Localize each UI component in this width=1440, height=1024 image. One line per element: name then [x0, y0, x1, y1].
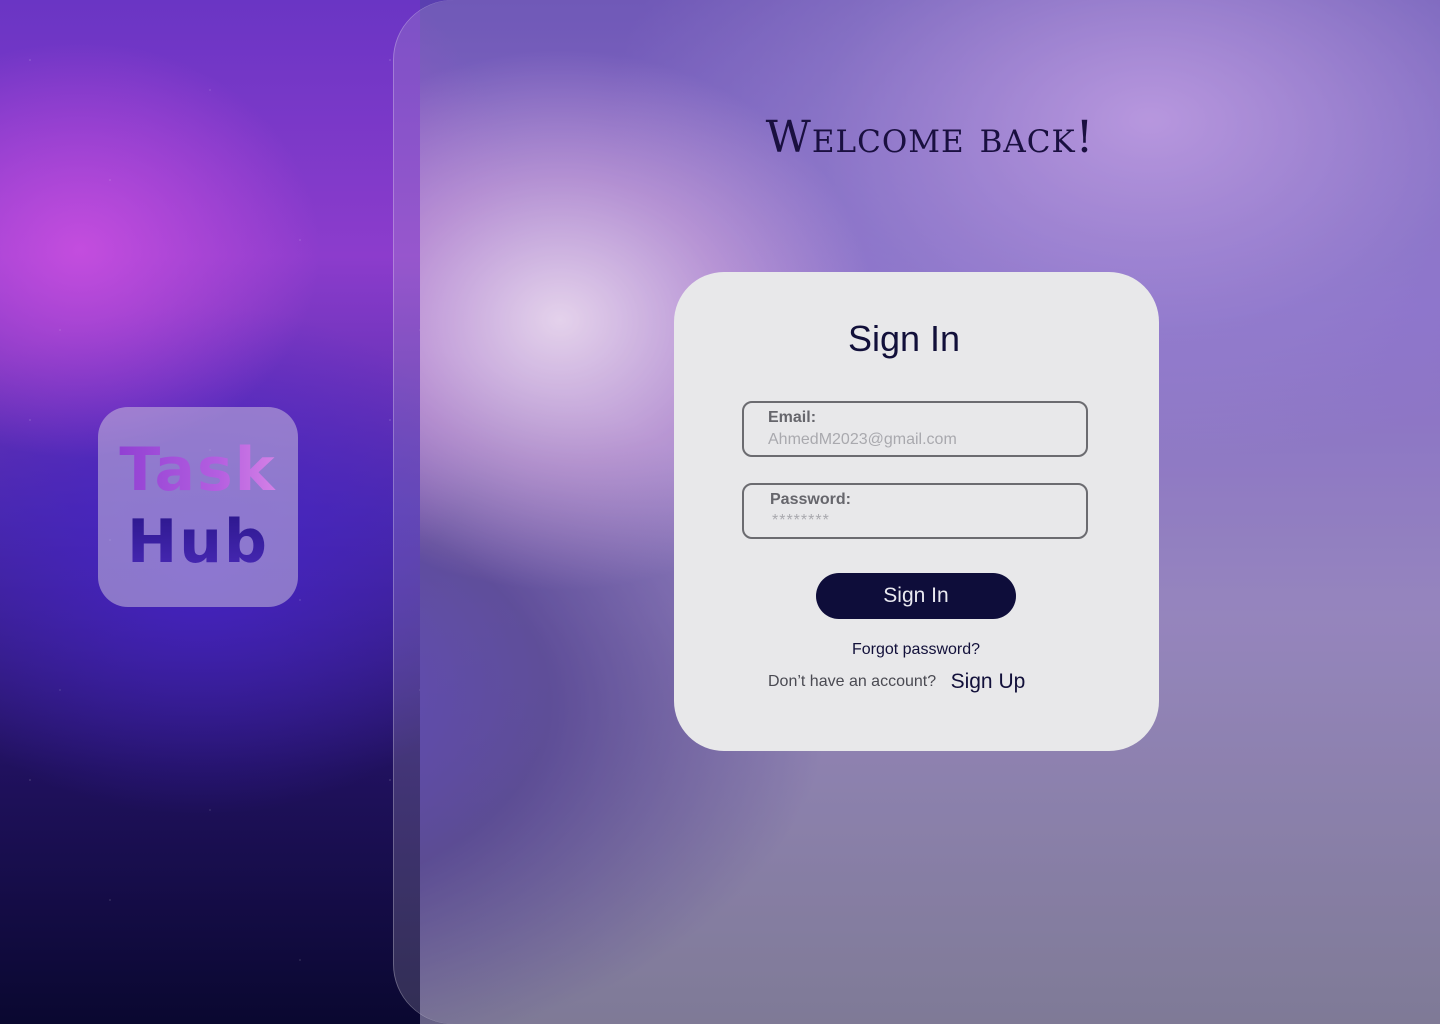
- email-input[interactable]: [768, 430, 1068, 450]
- password-field[interactable]: Password:: [742, 483, 1088, 539]
- welcome-heading: Welcome back!: [765, 112, 1095, 163]
- password-label: Password:: [770, 491, 851, 508]
- signup-row: Don’t have an account? Sign Up: [768, 670, 1088, 694]
- logo-text-hub: Hub: [98, 507, 298, 577]
- signup-link[interactable]: Sign Up: [951, 670, 1026, 693]
- signin-card: Sign In Email: Password: Sign In Forgot …: [674, 272, 1159, 751]
- signup-prompt: Don’t have an account?: [768, 673, 937, 690]
- password-input[interactable]: [772, 511, 1072, 531]
- logo-text-task: Task: [98, 435, 298, 505]
- email-field[interactable]: Email:: [742, 401, 1088, 457]
- forgot-password-link[interactable]: Forgot password?: [816, 641, 1016, 659]
- login-page: Task Hub Welcome back! Sign In Email: Pa…: [0, 0, 1440, 1024]
- taskhub-logo: Task Hub: [98, 407, 298, 607]
- signin-title: Sign In: [847, 318, 961, 359]
- email-label: Email:: [768, 409, 817, 426]
- signin-button[interactable]: Sign In: [816, 573, 1016, 619]
